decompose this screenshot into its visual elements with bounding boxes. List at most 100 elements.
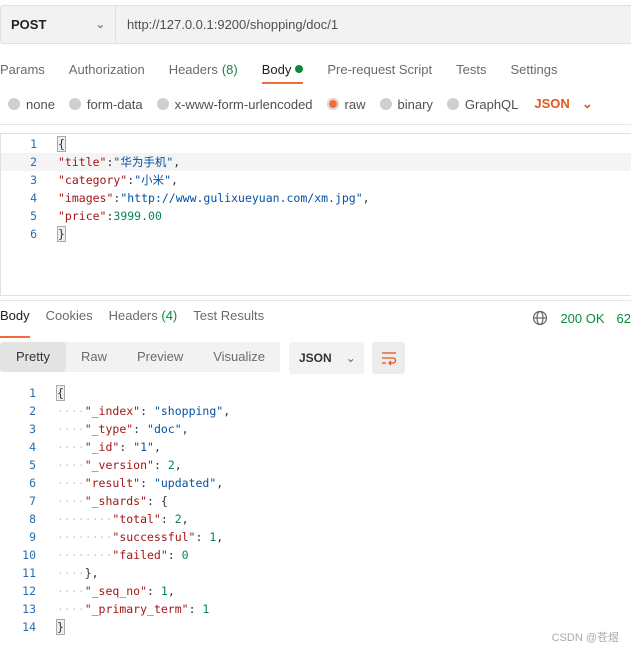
request-body-editor[interactable]: 1{2 "title":"华为手机", 3 "category":"小米", 4 "ima… bbox=[0, 133, 631, 296]
code-text: ····"_primary_term": 1 bbox=[57, 600, 209, 618]
tab-tests[interactable]: Tests bbox=[456, 58, 486, 84]
line-number: 6 bbox=[30, 227, 37, 241]
format-label: JSON bbox=[299, 351, 332, 365]
response-tab-test-results[interactable]: Test Results bbox=[193, 308, 264, 332]
chevron-down-icon: ⌄ bbox=[581, 96, 593, 111]
tab-body[interactable]: Body bbox=[261, 58, 304, 84]
radio-circle-icon bbox=[446, 98, 459, 110]
code-token: "_shards" bbox=[84, 494, 148, 508]
code-token: : bbox=[160, 512, 175, 526]
line-number: 4 bbox=[30, 191, 37, 205]
code-text: ····"result": "updated", bbox=[57, 474, 223, 492]
code-token: 3999.00 bbox=[113, 209, 162, 223]
code-token: } bbox=[57, 226, 66, 242]
code-token: } bbox=[56, 619, 65, 635]
code-line: 6} bbox=[1, 225, 631, 243]
chevron-down-icon: ⌄ bbox=[345, 351, 356, 365]
code-text: "images":"http://www.gulixueyuan.com/xm.… bbox=[58, 189, 370, 207]
code-line: 5 "price":3999.00 bbox=[1, 207, 631, 225]
tab-settings[interactable]: Settings bbox=[510, 58, 557, 84]
code-token: "price" bbox=[58, 209, 107, 223]
code-token: }, bbox=[84, 566, 99, 580]
response-format-select[interactable]: JSON ⌄ bbox=[289, 342, 364, 374]
radio-form-data[interactable]: form-data bbox=[68, 96, 143, 112]
radio-circle-icon bbox=[326, 98, 339, 110]
code-line: 8 ········"total": 2, bbox=[0, 510, 631, 528]
code-token: "updated" bbox=[153, 476, 217, 490]
code-token: : bbox=[133, 422, 148, 436]
code-line: 3 "category":"小米", bbox=[1, 171, 631, 189]
line-number: 13 bbox=[22, 602, 36, 616]
code-token: "shopping" bbox=[153, 404, 224, 418]
radio-GraphQL[interactable]: GraphQL bbox=[446, 97, 518, 112]
code-token: 1 bbox=[202, 602, 210, 616]
code-token: "title" bbox=[58, 155, 107, 169]
body-format-select[interactable]: JSON ⌄ bbox=[534, 96, 592, 112]
view-mode-visualize[interactable]: Visualize bbox=[198, 342, 280, 372]
tab-authorization[interactable]: Authorization bbox=[69, 58, 145, 84]
line-number: 11 bbox=[22, 566, 36, 580]
radio-raw[interactable]: raw bbox=[326, 96, 366, 112]
code-token: ···· bbox=[57, 602, 85, 616]
response-tab-cookies[interactable]: Cookies bbox=[46, 308, 93, 332]
code-token: "total" bbox=[112, 512, 161, 526]
response-body: 1{2 ····"_index": "shopping", 3 ····"_type"… bbox=[0, 384, 631, 636]
radio-circle-icon bbox=[379, 98, 392, 110]
globe-icon[interactable] bbox=[532, 310, 548, 326]
code-text: } bbox=[56, 618, 65, 636]
code-token: : bbox=[188, 602, 203, 616]
code-line: 3 ····"_type": "doc", bbox=[0, 420, 631, 438]
line-number: 5 bbox=[29, 458, 36, 472]
code-text: ····"_version": 2, bbox=[57, 456, 182, 474]
tab-label: Authorization bbox=[68, 61, 145, 77]
modified-dot-icon bbox=[295, 65, 304, 73]
code-token: ········ bbox=[57, 530, 113, 544]
code-text: "price":3999.00 bbox=[58, 207, 162, 225]
wrap-lines-button[interactable] bbox=[372, 342, 405, 374]
code-token: ········ bbox=[57, 512, 113, 526]
code-token: ···· bbox=[57, 494, 85, 508]
code-token: , bbox=[223, 404, 231, 418]
code-line: 9 ········"successful": 1, bbox=[0, 528, 631, 546]
code-line: 12 ····"_seq_no": 1, bbox=[0, 582, 631, 600]
radio-label: raw bbox=[344, 96, 366, 112]
radio-binary[interactable]: binary bbox=[379, 97, 433, 112]
code-line: 14} bbox=[0, 618, 631, 636]
url-input[interactable]: http://127.0.0.1:9200/shopping/doc/1 bbox=[116, 17, 338, 32]
code-token: : bbox=[140, 476, 154, 490]
code-text: ········"failed": 0 bbox=[57, 546, 189, 564]
code-text: { bbox=[57, 135, 66, 153]
response-tab-body[interactable]: Body bbox=[0, 308, 30, 338]
line-number: 2 bbox=[30, 155, 37, 169]
radio-none[interactable]: none bbox=[8, 97, 55, 112]
code-token: ···· bbox=[57, 584, 85, 598]
code-token: : bbox=[153, 458, 168, 472]
view-mode-pretty[interactable]: Pretty bbox=[0, 342, 66, 372]
radio-circle-icon bbox=[8, 98, 20, 110]
url-bar: POST ⌄ http://127.0.0.1:9200/shopping/doc… bbox=[0, 5, 631, 44]
tab-params[interactable]: Params bbox=[0, 58, 45, 84]
code-token: ···· bbox=[57, 458, 85, 472]
response-tab-headers[interactable]: Headers (4) bbox=[109, 308, 178, 332]
code-text: } bbox=[57, 225, 66, 243]
code-text: ····"_id": "1", bbox=[57, 438, 161, 456]
view-mode-raw[interactable]: Raw bbox=[66, 342, 122, 372]
method-select[interactable]: POST ⌄ bbox=[1, 6, 116, 43]
code-line: 11 ····}, bbox=[0, 564, 631, 582]
code-token: , bbox=[181, 512, 189, 526]
line-number: 3 bbox=[29, 422, 36, 436]
code-token: , bbox=[181, 422, 189, 436]
radio-label: form-data bbox=[86, 96, 143, 112]
response-status: 200 OK 62 bbox=[532, 310, 631, 326]
tab-label: Headers bbox=[108, 308, 158, 323]
code-token: , bbox=[362, 191, 370, 205]
radio-x-www-form-urlencoded[interactable]: x-www-form-urlencoded bbox=[156, 97, 313, 112]
line-number: 3 bbox=[30, 173, 37, 187]
line-number: 9 bbox=[29, 530, 36, 544]
code-token: : bbox=[195, 530, 210, 544]
tab-headers[interactable]: Headers (8) bbox=[169, 58, 238, 84]
code-line: 2 "title":"华为手机", bbox=[1, 153, 631, 171]
tab-pre-request-script[interactable]: Pre-request Script bbox=[327, 58, 432, 84]
code-text: ········"successful": 1, bbox=[57, 528, 223, 546]
view-mode-preview[interactable]: Preview bbox=[122, 342, 198, 372]
